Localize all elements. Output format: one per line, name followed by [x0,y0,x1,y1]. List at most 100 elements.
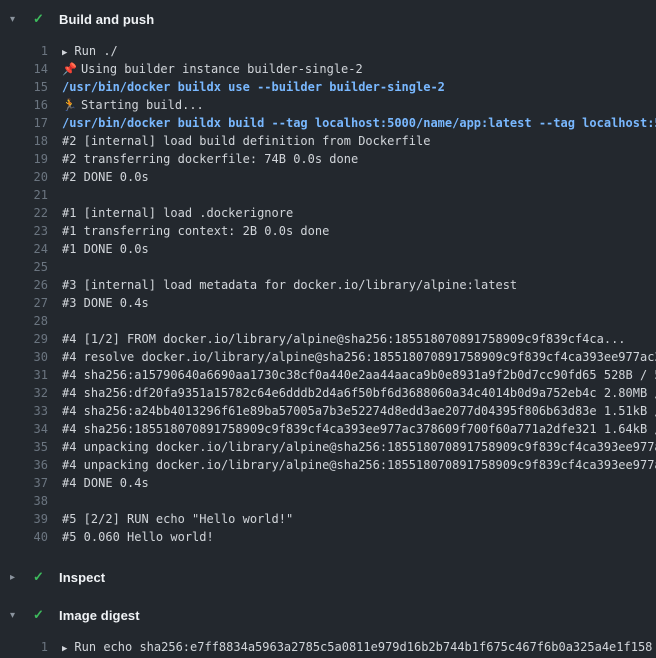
line-number[interactable]: 27 [0,294,48,312]
line-number[interactable]: 23 [0,222,48,240]
log-text: #4 sha256:185518070891758909c9f839cf4ca3… [48,420,656,438]
log-text: #2 [internal] load build definition from… [48,132,656,150]
line-number[interactable]: 1 [0,42,48,60]
log-line: 23#1 transferring context: 2B 0.0s done [0,222,656,240]
line-number[interactable]: 26 [0,276,48,294]
log-text: #4 unpacking docker.io/library/alpine@sh… [48,456,656,474]
log-line: 25 [0,258,656,276]
line-number[interactable]: 35 [0,438,48,456]
log-text: #1 DONE 0.0s [48,240,656,258]
line-number[interactable]: 15 [0,78,48,96]
line-number[interactable]: 38 [0,492,48,510]
actions-log-viewer: ▾ ✓ Build and push 1▶Run ./14📌Using buil… [0,0,656,658]
chevron-down-icon[interactable]: ▾ [10,610,26,621]
log-text [48,258,656,276]
log-text: #2 transferring dockerfile: 74B 0.0s don… [48,150,656,168]
log-line: 24#1 DONE 0.0s [0,240,656,258]
log-text: #3 [internal] load metadata for docker.i… [48,276,656,294]
log-line: 15/usr/bin/docker buildx use --builder b… [0,78,656,96]
log-text [48,186,656,204]
section-image-digest: ▾ ✓ Image digest 1▶Run echo sha256:e7ff8… [0,596,656,658]
log-line: 21 [0,186,656,204]
line-number[interactable]: 22 [0,204,48,222]
line-number[interactable]: 29 [0,330,48,348]
log-line: 31#4 sha256:a15790640a6690aa1730c38cf0a4… [0,366,656,384]
line-number[interactable]: 39 [0,510,48,528]
log-line: 29#4 [1/2] FROM docker.io/library/alpine… [0,330,656,348]
line-number[interactable]: 34 [0,420,48,438]
log-line: 35#4 unpacking docker.io/library/alpine@… [0,438,656,456]
log-text: #5 0.060 Hello world! [48,528,656,546]
line-number[interactable]: 21 [0,186,48,204]
log-line: 36#4 unpacking docker.io/library/alpine@… [0,456,656,474]
line-number[interactable]: 1 [0,638,48,656]
log-text: #4 [1/2] FROM docker.io/library/alpine@s… [48,330,656,348]
log-text[interactable]: ▶Run echo sha256:e7ff8834a5963a2785c5a08… [48,638,656,656]
line-number[interactable]: 28 [0,312,48,330]
section-title: Build and push [59,12,154,27]
log-line: 1▶Run echo sha256:e7ff8834a5963a2785c5a0… [0,638,656,656]
line-number[interactable]: 18 [0,132,48,150]
log-text: #4 resolve docker.io/library/alpine@sha2… [48,348,656,366]
line-number[interactable]: 20 [0,168,48,186]
log-line: 28 [0,312,656,330]
log-line: 19#2 transferring dockerfile: 74B 0.0s d… [0,150,656,168]
log-text: 📌Using builder instance builder-single-2 [48,60,656,78]
line-number[interactable]: 32 [0,384,48,402]
command-text: /usr/bin/docker buildx build --tag local… [48,114,656,132]
section-title: Image digest [59,608,140,623]
log-line: 27#3 DONE 0.4s [0,294,656,312]
log-line: 39#5 [2/2] RUN echo "Hello world!" [0,510,656,528]
log-text: 🏃Starting build... [48,96,656,114]
log-text: #1 [internal] load .dockerignore [48,204,656,222]
log-text: #4 sha256:df20fa9351a15782c64e6dddb2d4a6… [48,384,656,402]
log-line: 22#1 [internal] load .dockerignore [0,204,656,222]
log-line: 38 [0,492,656,510]
log-text: #4 DONE 0.4s [48,474,656,492]
log-build-and-push: 1▶Run ./14📌Using builder instance builde… [0,38,656,558]
log-text: #1 transferring context: 2B 0.0s done [48,222,656,240]
log-line: 14📌Using builder instance builder-single… [0,60,656,78]
log-text: #5 [2/2] RUN echo "Hello world!" [48,510,656,528]
line-number[interactable]: 31 [0,366,48,384]
line-number[interactable]: 40 [0,528,48,546]
log-text [48,312,656,330]
log-line: 26#3 [internal] load metadata for docker… [0,276,656,294]
check-icon: ✓ [33,569,49,585]
expand-run-icon[interactable]: ▶ [62,44,67,60]
log-text [48,492,656,510]
line-number[interactable]: 17 [0,114,48,132]
log-line: 33#4 sha256:a24bb4013296f61e89ba57005a7b… [0,402,656,420]
check-icon: ✓ [33,11,49,27]
chevron-down-icon[interactable]: ▾ [10,14,26,25]
log-text: #4 sha256:a24bb4013296f61e89ba57005a7b3e… [48,402,656,420]
section-header-inspect[interactable]: ▸ ✓ Inspect [0,558,656,596]
log-line: 37#4 DONE 0.4s [0,474,656,492]
log-line: 32#4 sha256:df20fa9351a15782c64e6dddb2d4… [0,384,656,402]
section-title: Inspect [59,570,105,585]
log-text: #4 sha256:a15790640a6690aa1730c38cf0a440… [48,366,656,384]
line-number[interactable]: 37 [0,474,48,492]
line-number[interactable]: 19 [0,150,48,168]
command-text: /usr/bin/docker buildx use --builder bui… [48,78,656,96]
line-number[interactable]: 36 [0,456,48,474]
log-text: #2 DONE 0.0s [48,168,656,186]
log-line: 34#4 sha256:185518070891758909c9f839cf4c… [0,420,656,438]
expand-run-icon[interactable]: ▶ [62,640,67,656]
section-inspect: ▸ ✓ Inspect [0,558,656,596]
line-number[interactable]: 25 [0,258,48,276]
line-number[interactable]: 33 [0,402,48,420]
log-text: #4 unpacking docker.io/library/alpine@sh… [48,438,656,456]
line-number[interactable]: 24 [0,240,48,258]
log-text[interactable]: ▶Run ./ [48,42,656,60]
chevron-right-icon[interactable]: ▸ [10,572,26,583]
check-icon: ✓ [33,607,49,623]
log-line: 20#2 DONE 0.0s [0,168,656,186]
line-number[interactable]: 30 [0,348,48,366]
line-number[interactable]: 16 [0,96,48,114]
log-line: 18#2 [internal] load build definition fr… [0,132,656,150]
section-build-and-push: ▾ ✓ Build and push 1▶Run ./14📌Using buil… [0,0,656,558]
section-header-image-digest[interactable]: ▾ ✓ Image digest [0,596,656,634]
section-header-build-and-push[interactable]: ▾ ✓ Build and push [0,0,656,38]
line-number[interactable]: 14 [0,60,48,78]
